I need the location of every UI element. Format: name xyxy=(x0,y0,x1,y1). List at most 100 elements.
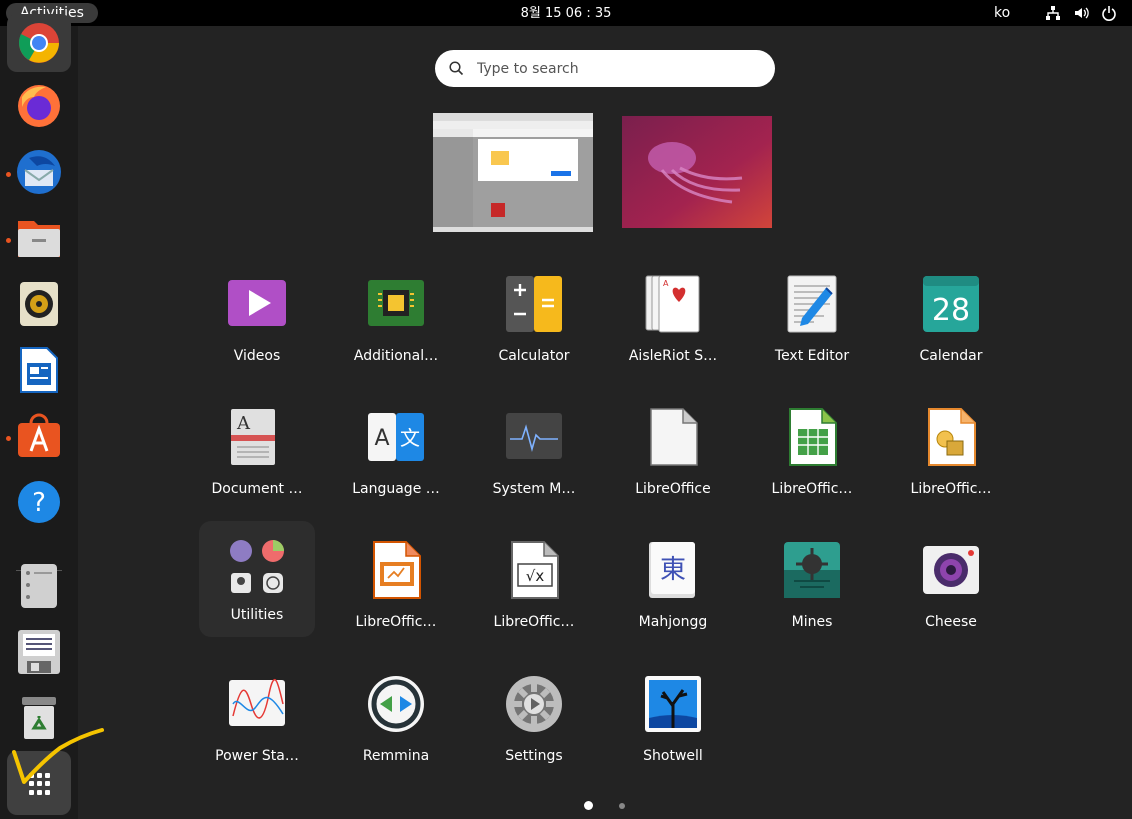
app-power-statistics[interactable]: Power Sta… xyxy=(199,662,315,778)
dock: ? xyxy=(0,14,78,819)
app-shotwell[interactable]: Shotwell xyxy=(615,662,731,778)
dock-thunderbird[interactable] xyxy=(7,143,71,201)
app-label: Document … xyxy=(211,481,303,497)
shotwell-icon xyxy=(645,676,701,732)
calculator-icon xyxy=(506,276,562,332)
settings-icon xyxy=(506,676,562,732)
libreoffice-draw-icon xyxy=(928,408,976,466)
app-aisleriot[interactable]: A AisleRiot S… xyxy=(615,262,731,378)
app-cheese[interactable]: Cheese xyxy=(893,528,1009,644)
app-libreoffice-impress[interactable]: LibreOffic… xyxy=(338,528,454,644)
help-icon: ? xyxy=(18,481,60,523)
dock-firefox[interactable] xyxy=(7,77,71,135)
files-icon xyxy=(18,221,60,257)
app-videos[interactable]: Videos xyxy=(199,262,315,378)
app-settings[interactable]: Settings xyxy=(476,662,592,778)
search-icon xyxy=(449,61,464,76)
svg-text:A: A xyxy=(236,413,251,434)
document-viewer-icon: A xyxy=(231,409,275,465)
chrome-icon xyxy=(18,23,59,63)
page-indicator-2[interactable] xyxy=(619,803,625,809)
app-grid-icon xyxy=(29,773,51,795)
dock-ubuntu-software[interactable] xyxy=(7,407,71,465)
dock-drive[interactable] xyxy=(7,557,71,615)
mines-icon xyxy=(784,542,840,598)
trash-icon xyxy=(22,697,56,739)
app-label: Shotwell xyxy=(643,748,703,764)
search-bar[interactable] xyxy=(435,50,775,87)
top-bar: Activities 8월 15 06 : 35 ko xyxy=(0,0,1132,26)
calendar-icon: 28 xyxy=(923,276,979,332)
app-label: Utilities xyxy=(230,607,284,623)
libreoffice-calc-icon xyxy=(789,408,837,466)
additional-drivers-icon xyxy=(368,280,424,326)
dock-save-disk[interactable] xyxy=(7,623,71,681)
mahjongg-icon: 東 xyxy=(649,542,695,598)
rhythmbox-icon xyxy=(20,282,58,326)
app-document-viewer[interactable]: A Document … xyxy=(199,395,315,511)
svg-text:東: 東 xyxy=(660,555,686,585)
app-additional-drivers[interactable]: Additional… xyxy=(338,262,454,378)
app-libreoffice[interactable]: LibreOffice xyxy=(615,395,731,511)
dock-help[interactable]: ? xyxy=(7,473,71,531)
thunderbird-icon xyxy=(17,150,61,194)
system-monitor-icon xyxy=(506,413,562,459)
app-label: Power Sta… xyxy=(215,748,299,764)
app-label: Additional… xyxy=(353,348,439,364)
videos-icon xyxy=(228,280,286,326)
libreoffice-writer-icon xyxy=(20,347,58,393)
network-icon[interactable] xyxy=(1045,5,1061,21)
app-label: Calculator xyxy=(498,348,570,364)
workspace-thumbnail-1[interactable] xyxy=(433,113,593,232)
dock-libreoffice-writer[interactable] xyxy=(7,341,71,399)
power-statistics-icon xyxy=(229,678,285,726)
floppy-disk-icon xyxy=(18,630,60,674)
svg-text:A: A xyxy=(663,279,669,288)
app-label: Mines xyxy=(791,614,833,630)
dock-trash[interactable] xyxy=(7,689,71,747)
dock-chrome[interactable] xyxy=(7,14,71,72)
app-language-support[interactable]: A 文 Language … xyxy=(338,395,454,511)
app-libreoffice-math[interactable]: √x LibreOffic… xyxy=(476,528,592,644)
clock[interactable]: 8월 15 06 : 35 xyxy=(0,0,1132,28)
remmina-icon xyxy=(368,676,424,732)
svg-text:√x: √x xyxy=(526,567,545,585)
app-mahjongg[interactable]: 東 Mahjongg xyxy=(615,528,731,644)
dock-rhythmbox[interactable] xyxy=(7,275,71,333)
app-text-editor[interactable]: Text Editor xyxy=(754,262,870,378)
search-input[interactable] xyxy=(475,58,759,80)
app-mines[interactable]: Mines xyxy=(754,528,870,644)
app-calculator[interactable]: Calculator xyxy=(476,262,592,378)
svg-text:文: 文 xyxy=(400,426,420,450)
app-calendar[interactable]: 28 Calendar xyxy=(893,262,1009,378)
language-support-icon: A 文 xyxy=(368,413,424,461)
libreoffice-icon xyxy=(650,408,698,466)
show-applications-button[interactable] xyxy=(7,751,71,815)
libreoffice-math-icon: √x xyxy=(511,541,559,599)
dock-files[interactable] xyxy=(7,209,71,267)
app-label: LibreOffic… xyxy=(771,481,853,497)
firefox-icon xyxy=(18,85,60,127)
browser-window-thumbnail xyxy=(433,113,593,232)
app-label: LibreOffic… xyxy=(355,614,437,630)
drive-icon xyxy=(21,564,57,608)
app-label: System M… xyxy=(492,481,576,497)
app-label: AisleRiot S… xyxy=(628,348,718,364)
app-label: LibreOffice xyxy=(635,481,711,497)
text-editor-icon xyxy=(787,275,837,333)
app-libreoffice-draw[interactable]: LibreOffic… xyxy=(893,395,1009,511)
power-icon[interactable] xyxy=(1101,5,1117,21)
app-libreoffice-calc[interactable]: LibreOffic… xyxy=(754,395,870,511)
utilities-folder-icon xyxy=(230,540,284,593)
app-utilities-folder[interactable]: Utilities xyxy=(199,521,315,637)
page-indicator-1[interactable] xyxy=(584,801,593,810)
app-system-monitor[interactable]: System M… xyxy=(476,395,592,511)
svg-text:28: 28 xyxy=(932,293,970,328)
input-language-indicator[interactable]: ko xyxy=(994,0,1010,26)
wallpaper-thumbnail xyxy=(622,116,772,228)
app-label: Videos xyxy=(233,348,281,364)
volume-icon[interactable] xyxy=(1073,5,1089,21)
app-label: Mahjongg xyxy=(638,614,708,630)
app-remmina[interactable]: Remmina xyxy=(338,662,454,778)
workspace-thumbnail-2[interactable] xyxy=(622,116,772,228)
